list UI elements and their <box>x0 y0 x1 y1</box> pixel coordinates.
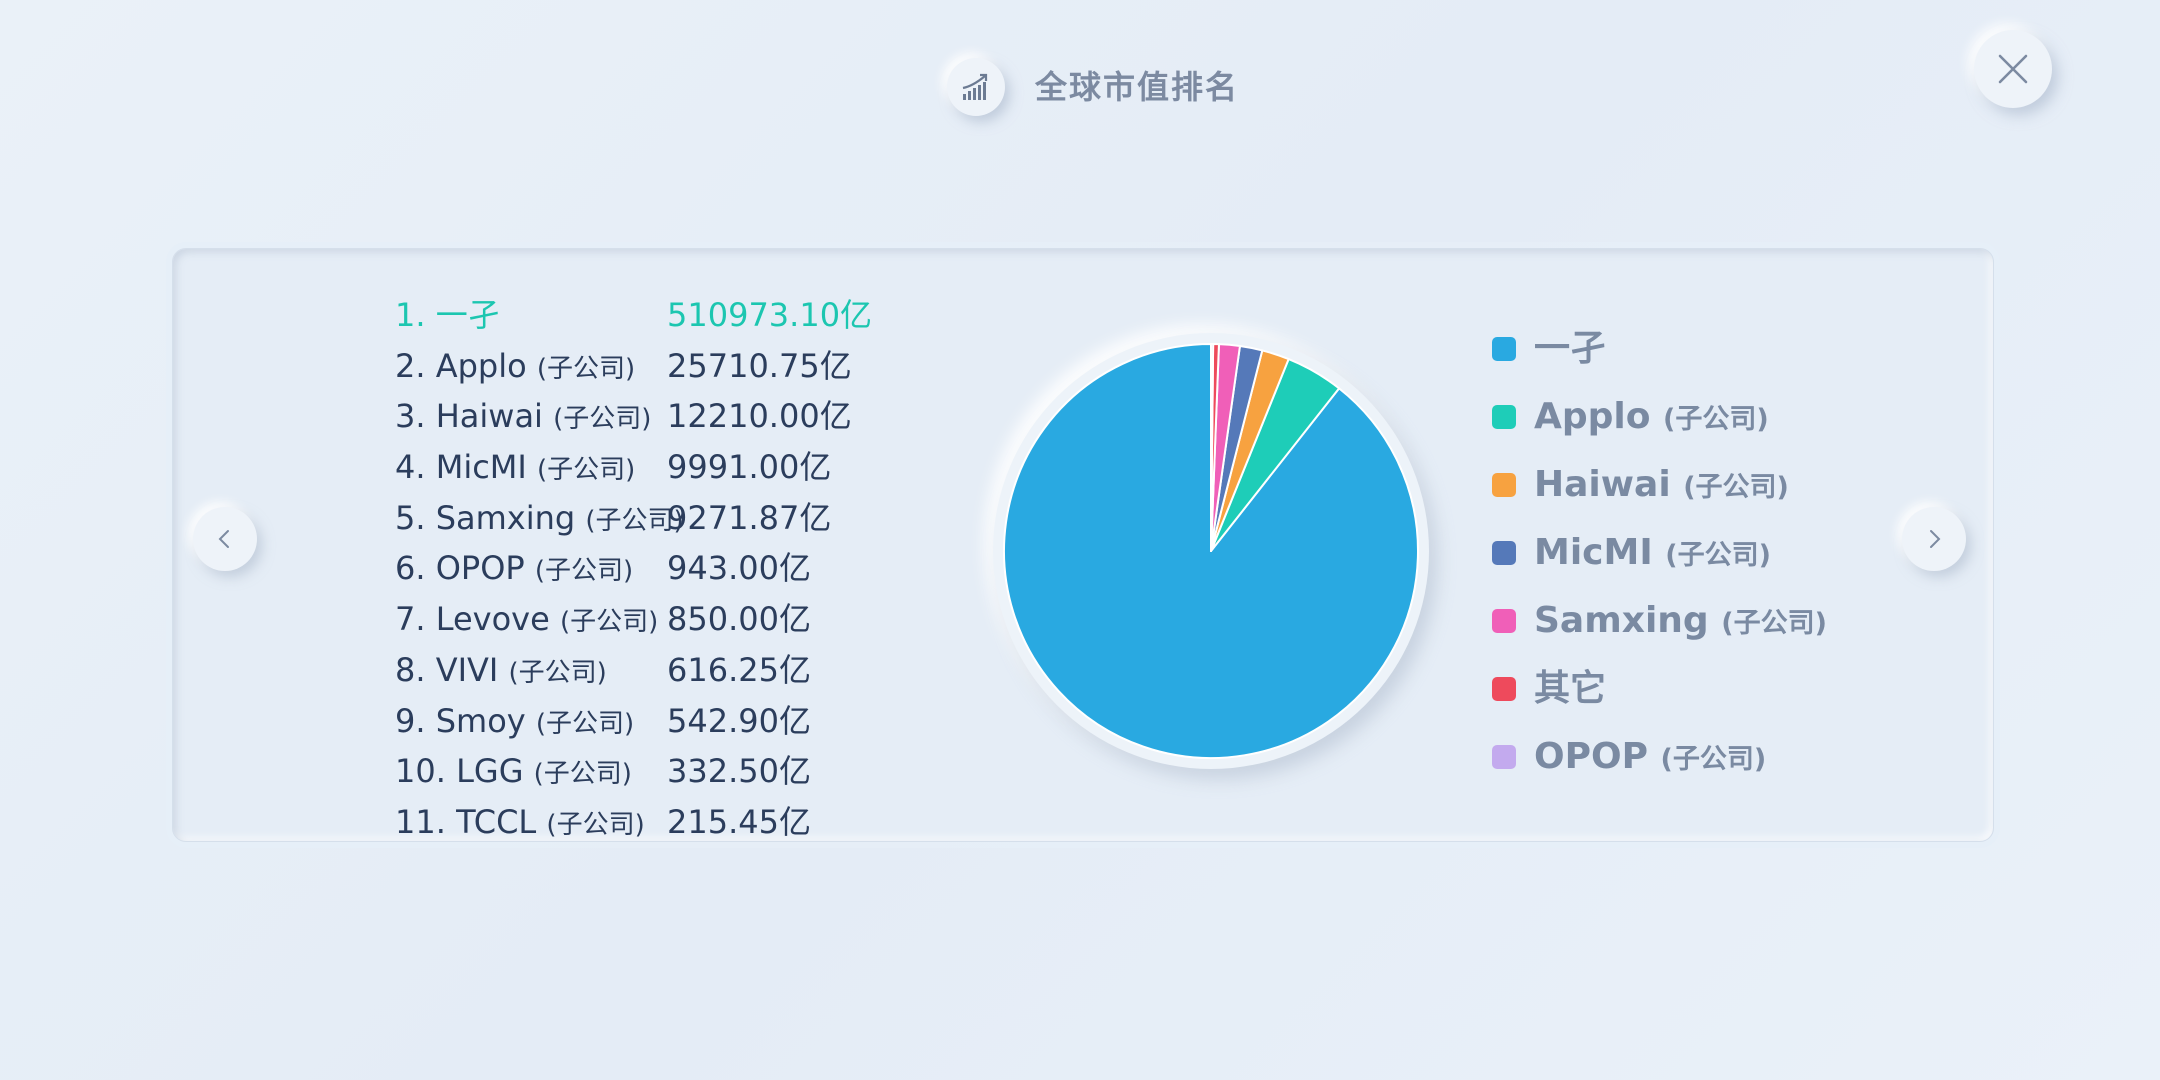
ranking-value: 510973.10亿 <box>667 296 873 334</box>
ranking-row: 11. TCCL (子公司) 215.45亿 <box>395 797 955 848</box>
ranking-value: 9271.87亿 <box>667 498 832 537</box>
prev-button[interactable] <box>193 507 257 571</box>
legend-label: Samxing (子公司) <box>1534 597 1827 648</box>
legend-item[interactable]: Samxing (子公司) <box>1490 597 1950 665</box>
ranking-value: 850.00亿 <box>667 600 811 639</box>
chart-legend: 一孑 Applo (子公司) Haiwai (子公司) MicMI (子公司) Samx… <box>1490 325 1950 801</box>
legend-suffix: (子公司) <box>1663 404 1769 435</box>
ranking-row: 4. MicMI (子公司) 9991.00亿 <box>395 442 955 493</box>
ranking-suffix: (子公司) <box>559 607 659 638</box>
ranking-suffix: (子公司) <box>535 708 635 739</box>
legend-item[interactable]: Haiwai (子公司) <box>1490 461 1950 529</box>
ranking-label: 11. TCCL <box>395 802 547 841</box>
legend-label: Applo (子公司) <box>1534 393 1769 444</box>
ranking-value: 25710.75亿 <box>667 346 852 385</box>
legend-item[interactable]: Applo (子公司) <box>1490 393 1950 461</box>
ranking-row: 1. 一孑 510973.10亿 <box>395 290 955 341</box>
legend-suffix: (子公司) <box>1665 540 1771 571</box>
ranking-value: 332.50亿 <box>667 752 811 791</box>
legend-swatch <box>1492 609 1516 633</box>
legend-suffix: (子公司) <box>1660 744 1767 775</box>
legend-label: 一孑 <box>1534 325 1606 373</box>
ranking-label: 8. VIVI <box>395 650 509 689</box>
ranking-name: 7. Levove (子公司) <box>395 594 658 647</box>
ranking-row: 8. VIVI (子公司) 616.25亿 <box>395 645 955 696</box>
legend-name: 其它 <box>1534 668 1607 709</box>
ranking-value: 215.45亿 <box>667 802 811 841</box>
chevron-left-icon <box>218 530 229 548</box>
header: 全球市值排名 <box>0 0 2160 170</box>
ranking-name: 9. Smoy (子公司) <box>395 696 634 749</box>
ranking-row: 6. OPOP (子公司) 943.00亿 <box>395 543 955 594</box>
ranking-suffix: (子公司) <box>553 404 652 435</box>
ranking-name: 10. LGG (子公司) <box>395 746 632 799</box>
ranking-label: 3. Haiwai <box>395 397 554 436</box>
ranking-name: 1. 一孑 <box>395 290 500 340</box>
legend-swatch <box>1492 405 1516 429</box>
legend-name: MicMI <box>1534 532 1666 573</box>
ranking-label: 1. 一孑 <box>395 296 500 334</box>
ranking-label: 9. Smoy <box>395 701 536 740</box>
ranking-value: 12210.00亿 <box>667 397 852 436</box>
ranking-suffix: (子公司) <box>508 657 607 688</box>
ranking-suffix: (子公司) <box>546 809 645 840</box>
ranking-row: 10. LGG (子公司) 332.50亿 <box>395 746 955 797</box>
ranking-name: 8. VIVI (子公司) <box>395 645 607 698</box>
legend-label: MicMI (子公司) <box>1534 529 1771 580</box>
pie-chart-svg <box>1003 342 1419 759</box>
legend-item[interactable]: MicMI (子公司) <box>1490 529 1950 597</box>
ranking-label: 7. Levove <box>395 600 560 639</box>
ranking-value: 9991.00亿 <box>667 448 832 487</box>
legend-label: OPOP (子公司) <box>1534 733 1766 784</box>
legend-name: 一孑 <box>1534 328 1607 369</box>
legend-item[interactable]: OPOP (子公司) <box>1490 733 1950 801</box>
ranking-name: 3. Haiwai (子公司) <box>395 391 651 444</box>
legend-item[interactable]: 一孑 <box>1490 325 1950 393</box>
ranking-row: 5. Samxing (子公司) 9271.87亿 <box>395 493 955 544</box>
ranking-name: 6. OPOP (子公司) <box>395 543 633 596</box>
legend-name: OPOP <box>1534 736 1661 777</box>
legend-name: Samxing <box>1534 600 1722 641</box>
ranking-value: 616.25亿 <box>667 650 811 689</box>
legend-label: Haiwai (子公司) <box>1534 461 1789 512</box>
ranking-list: 1. 一孑 510973.10亿 2. Applo (子公司) 25710.75亿 3.… <box>395 290 955 848</box>
ranking-value: 542.90亿 <box>667 701 811 740</box>
ranking-label: 4. MicMI <box>395 448 538 487</box>
legend-swatch <box>1492 677 1516 701</box>
legend-name: Haiwai <box>1534 464 1684 505</box>
legend-swatch <box>1492 473 1516 497</box>
ranking-value: 943.00亿 <box>667 549 811 588</box>
legend-item[interactable]: 其它 <box>1490 665 1950 733</box>
legend-label: 其它 <box>1534 665 1606 713</box>
legend-suffix: (子公司) <box>1721 608 1827 639</box>
legend-suffix: (子公司) <box>1683 472 1789 503</box>
ranking-label: 2. Applo <box>395 346 537 385</box>
ranking-row: 3. Haiwai (子公司) 12210.00亿 <box>395 391 955 442</box>
ranking-name: 4. MicMI (子公司) <box>395 442 635 495</box>
ranking-name: 2. Applo (子公司) <box>395 341 635 394</box>
pie-chart <box>993 333 1429 769</box>
ranking-suffix: (子公司) <box>536 353 636 384</box>
ranking-label: 6. OPOP <box>395 549 535 588</box>
legend-name: Applo <box>1534 396 1664 437</box>
ranking-row: 2. Applo (子公司) 25710.75亿 <box>395 341 955 392</box>
close-button[interactable] <box>1974 30 2052 108</box>
ranking-label: 10. LGG <box>395 752 534 791</box>
ranking-name: 11. TCCL (子公司) <box>395 797 645 850</box>
ranking-suffix: (子公司) <box>534 556 634 587</box>
ranking-suffix: (子公司) <box>533 759 632 790</box>
close-icon <box>1998 54 2028 84</box>
page-title: 全球市值排名 <box>1035 68 1240 106</box>
ranking-row: 9. Smoy (子公司) 542.90亿 <box>395 696 955 747</box>
trending-chart-icon <box>947 58 1005 116</box>
legend-swatch <box>1492 745 1516 769</box>
ranking-row: 7. Levove (子公司) 850.00亿 <box>395 594 955 645</box>
ranking-suffix: (子公司) <box>537 455 636 486</box>
ranking-label: 5. Samxing <box>395 498 586 537</box>
ranking-name: 5. Samxing (子公司) <box>395 493 684 546</box>
legend-swatch <box>1492 337 1516 361</box>
legend-swatch <box>1492 541 1516 565</box>
